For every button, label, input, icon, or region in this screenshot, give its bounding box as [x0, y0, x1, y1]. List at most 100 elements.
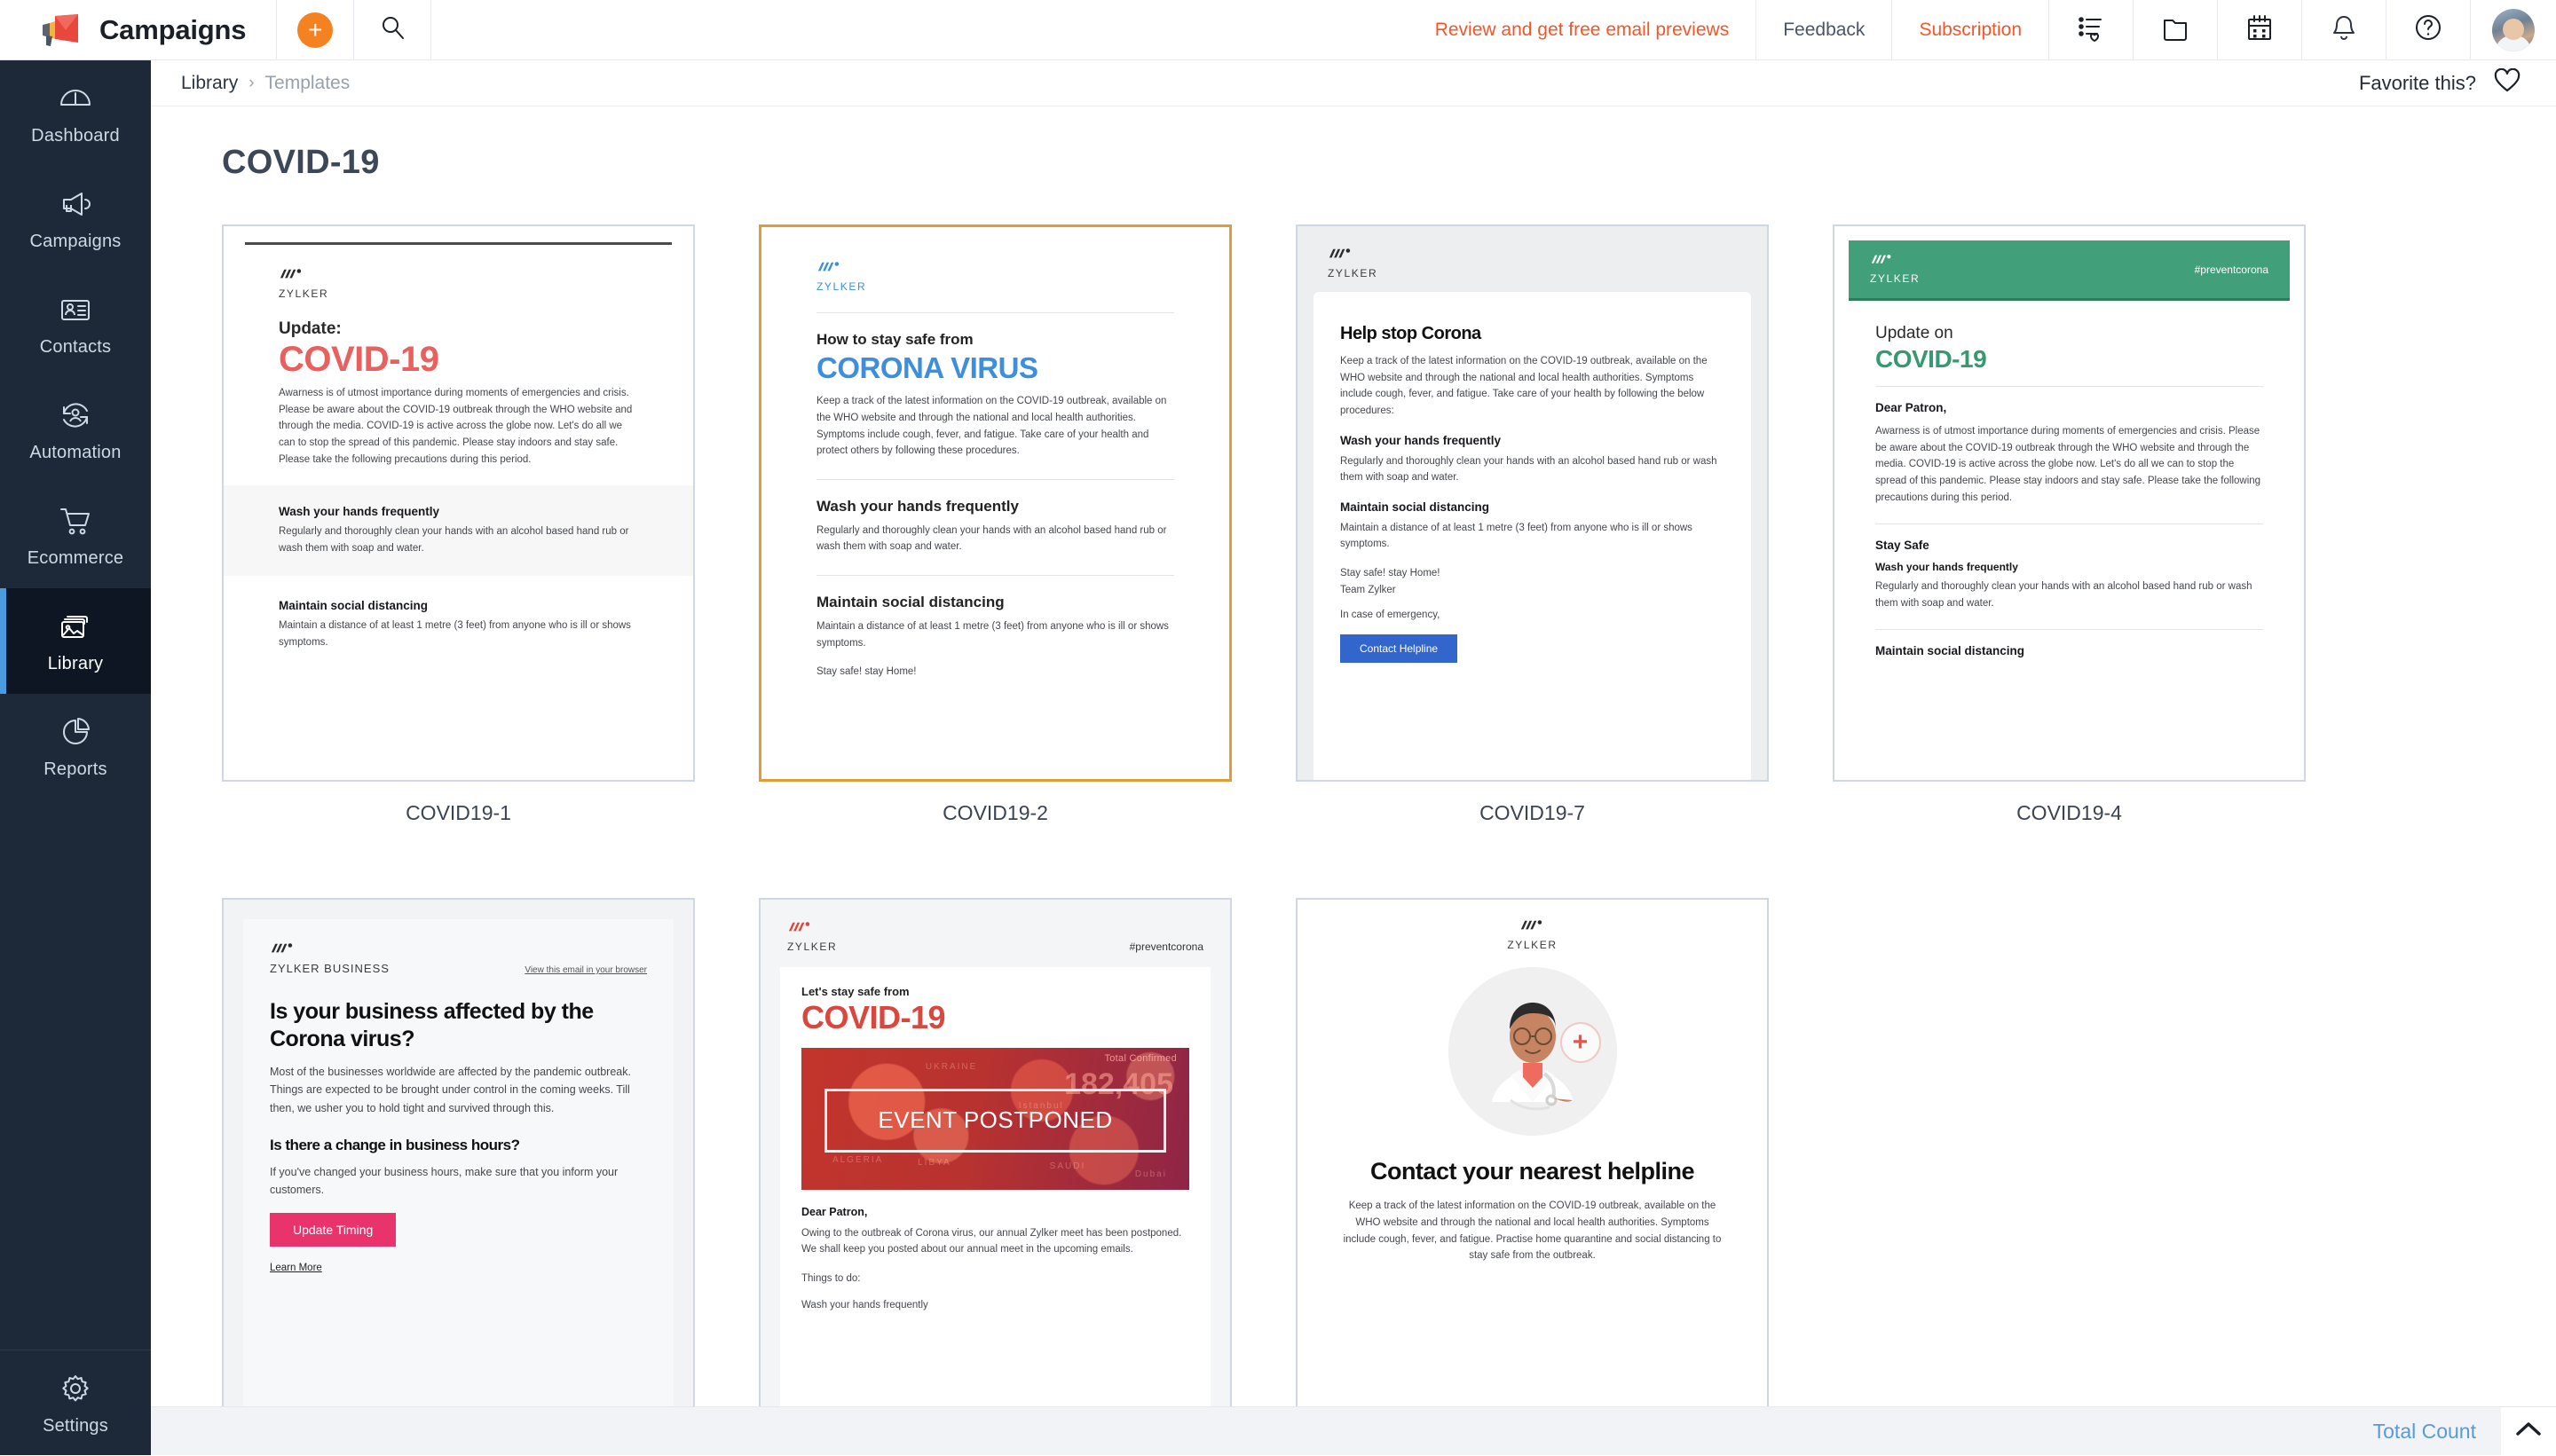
learn-more-link[interactable]: Learn More [270, 1263, 322, 1273]
brand-name: ZYLKER [1328, 267, 1751, 279]
divider [1875, 629, 2263, 630]
hashtag: #preventcorona [2195, 264, 2268, 276]
sidebar-item-ecommerce[interactable]: Ecommerce [0, 483, 151, 588]
closing-emergency: In case of emergency, [1340, 607, 1724, 624]
plus-icon: + [297, 12, 333, 48]
template-card-covid19-2[interactable]: ZYLKER How to stay safe from CORONA VIRU… [759, 224, 1232, 782]
closing-text: Stay safe! stay Home! [1340, 565, 1724, 582]
section-body: If you've changed your business hours, m… [270, 1163, 647, 1200]
sidebar-item-contacts[interactable]: Contacts [0, 272, 151, 377]
sidebar-item-campaigns[interactable]: Campaigns [0, 166, 151, 272]
breadcrumb: Library › Templates [151, 73, 350, 94]
section-title: Maintain social distancing [1875, 644, 2263, 657]
template-thumbnail: ZYLKER [1298, 900, 1767, 1406]
calendar-button[interactable] [2218, 0, 2301, 60]
banner-image: UKRAINE Istanbul LIBYA ALGERIA SAUDI Dub… [801, 1048, 1189, 1190]
calendar-icon [2244, 12, 2275, 47]
sidebar-item-reports[interactable]: Reports [0, 694, 151, 799]
section-body: Regularly and thoroughly clean your hand… [1875, 578, 2263, 611]
headline: COVID-19 [279, 341, 638, 378]
sidebar-item-dashboard[interactable]: Dashboard [0, 60, 151, 166]
template-thumbnail: ZYLKER How to stay safe from CORONA VIRU… [761, 227, 1229, 779]
template-card-covid19-4[interactable]: ZYLKER #preventcorona Update on COVID-19… [1833, 224, 2306, 782]
divider [1875, 386, 2263, 387]
headline: CORONA VIRUS [816, 352, 1174, 384]
doctor-illustration: + [1448, 967, 1617, 1136]
template-card-covid19-7[interactable]: ZYLKER Help stop Corona Keep a track of … [1296, 224, 1769, 782]
subscription-link[interactable]: Subscription [1892, 0, 2048, 60]
help-icon [2413, 12, 2443, 47]
help-button[interactable] [2386, 0, 2470, 60]
things-item: Wash your hands frequently [801, 1297, 1189, 1314]
template-cell: ZYLKER How to stay safe from CORONA VIRU… [759, 224, 1232, 825]
search-button[interactable] [354, 0, 430, 60]
section-body: Regularly and thoroughly clean your hand… [279, 523, 638, 556]
sidebar-bottom: Settings [0, 1350, 151, 1455]
brand-name: ZYLKER BUSINESS [270, 962, 390, 975]
collapse-panel-button[interactable] [2501, 1407, 2556, 1456]
banner-overlay-box: EVENT POSTPONED [824, 1089, 1166, 1153]
total-count-link[interactable]: Total Count [2373, 1420, 2476, 1444]
sidebar-item-settings[interactable]: Settings [0, 1350, 151, 1455]
section-body: Maintain a distance of at least 1 metre … [1340, 520, 1724, 553]
template-card-helpline[interactable]: ZYLKER [1296, 898, 1769, 1406]
template-cell: ZYLKER BUSINESS View this email in your … [222, 898, 695, 1406]
sidebar-item-label: Contacts [40, 337, 112, 358]
divider [816, 312, 1174, 313]
folder-button[interactable] [2134, 0, 2217, 60]
body-text: Keep a track of the latest information o… [816, 393, 1174, 460]
view-in-browser-link[interactable]: View this email in your browser [525, 965, 647, 975]
headline: Contact your nearest helpline [1298, 1157, 1767, 1185]
section-title: Maintain social distancing [1340, 500, 1724, 514]
brand[interactable]: Campaigns [0, 0, 276, 60]
kicker: Let's stay safe from [801, 985, 1189, 998]
zylker-logo-icon [1870, 254, 1895, 270]
sidebar-item-label: Settings [43, 1416, 108, 1436]
page-title: COVID-19 [151, 106, 2556, 182]
template-label: COVID19-1 [222, 801, 695, 825]
template-card-business[interactable]: ZYLKER BUSINESS View this email in your … [222, 898, 695, 1406]
app-header: Campaigns + Review and get free email pr… [0, 0, 2556, 60]
avatar [2492, 9, 2535, 51]
review-previews-link[interactable]: Review and get free email previews [1408, 0, 1756, 60]
template-thumbnail: ZYLKER Help stop Corona Keep a track of … [1298, 226, 1767, 780]
brand-name: ZYLKER [816, 280, 1174, 293]
kicker: Update on [1875, 324, 2263, 343]
email-body: Help stop Corona Keep a track of the lat… [1314, 292, 1751, 780]
closing-team: Team Zylker [1340, 582, 1724, 599]
section-body: Regularly and thoroughly clean your hand… [816, 523, 1174, 555]
section-body: Maintain a distance of at least 1 metre … [816, 618, 1174, 651]
section-title: Wash your hands frequently [279, 505, 638, 518]
divider [430, 0, 431, 60]
chevron-right-icon: › [248, 74, 254, 93]
add-button[interactable]: + [277, 0, 353, 60]
update-timing-button[interactable]: Update Timing [270, 1213, 396, 1247]
favorite-control[interactable]: Favorite this? [2359, 68, 2556, 98]
template-cell: ZYLKER #preventcorona Update on COVID-19… [1833, 224, 2306, 825]
sidebar: Dashboard Campaigns Contacts [0, 60, 151, 1455]
section-title: Is there a change in business hours? [270, 1137, 647, 1154]
brand-name: ZYLKER [279, 287, 638, 300]
template-card-covid19-1[interactable]: ZYLKER Update: COVID-19 Awarness is of u… [222, 224, 695, 782]
breadcrumb-library[interactable]: Library [181, 73, 238, 94]
contact-helpline-button[interactable]: Contact Helpline [1340, 634, 1457, 663]
zylker-logo-icon [1519, 919, 1546, 936]
user-menu-button[interactable] [2471, 0, 2556, 60]
checklist-button[interactable] [2049, 0, 2133, 60]
chevron-up-icon [2513, 1419, 2544, 1444]
email-header-band: ZYLKER #preventcorona [1849, 240, 2290, 301]
sidebar-item-library[interactable]: Library [0, 588, 151, 694]
divider [1875, 523, 2263, 524]
feedback-link[interactable]: Feedback [1756, 0, 1891, 60]
map-label: Dubai [1135, 1169, 1167, 1179]
template-thumbnail: ZYLKER #preventcorona Update on COVID-19… [1834, 226, 2304, 780]
sidebar-item-label: Automation [29, 443, 121, 463]
megaphone-icon [57, 185, 94, 223]
template-card-event-postponed[interactable]: ZYLKER #preventcorona Let's stay safe fr… [759, 898, 1232, 1406]
heart-icon[interactable] [2494, 68, 2520, 98]
sidebar-item-automation[interactable]: Automation [0, 377, 151, 483]
body-text: Keep a track of the latest information o… [1298, 1198, 1767, 1264]
body-text: Awarness is of utmost importance during … [279, 385, 638, 468]
zylker-logo-icon [270, 942, 296, 959]
notifications-button[interactable] [2302, 0, 2386, 60]
